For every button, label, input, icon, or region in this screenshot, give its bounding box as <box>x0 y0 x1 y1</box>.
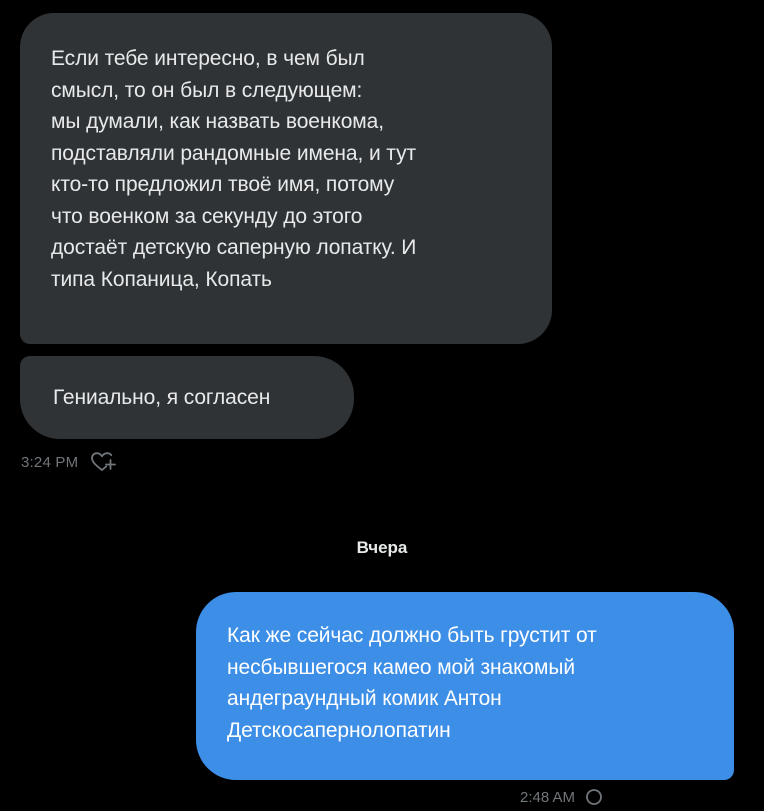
sent-status-icon <box>585 788 603 806</box>
message-text-line: подставляли рандомные имена, и тут <box>51 141 416 165</box>
message-text-line: что военком за секунду до этого <box>51 204 363 228</box>
message-timestamp: 2:48 AM <box>520 788 576 806</box>
message-bubble-outgoing[interactable]: Как же сейчас должно быть грустит от нес… <box>196 592 734 780</box>
message-text-line: Как же сейчас должно быть грустит от <box>227 624 597 647</box>
message-text-line: достаёт детскую саперную лопатку. И <box>51 236 417 259</box>
message-meta-outgoing: 2:48 AM <box>520 788 603 806</box>
message-text-line: андеграундный комик Антон <box>227 687 502 710</box>
date-divider: Вчера <box>356 538 408 557</box>
dm-conversation: { "conversation": { "messages": [ { "dir… <box>0 0 764 806</box>
message-text-line: кто-то предложил твоё имя, потому <box>51 173 395 196</box>
message-bubble-incoming[interactable]: Гениально, я согласен <box>20 356 354 439</box>
message-bubble-incoming[interactable]: Если тебе интересно, в чем был смысл, то… <box>20 13 552 344</box>
message-text-line: Гениально, я согласен <box>53 386 271 409</box>
message-text-line: мы думали, как назвать военкома, <box>51 110 384 133</box>
message-text-line: смысл, то он был в следующем: <box>51 78 363 102</box>
message-text-line: типа Копаница, Копать <box>51 267 272 291</box>
message-timestamp: 3:24 PM <box>21 453 79 471</box>
message-text-line: Детскосапернолопатин <box>227 718 451 742</box>
message-text-line: Если тебе интересно, в чем был <box>51 47 365 70</box>
add-reaction-heart-icon[interactable] <box>90 451 117 473</box>
message-meta-incoming: 3:24 PM <box>21 450 117 474</box>
message-text-line: несбывшегося камео мой знакомый <box>227 655 575 679</box>
